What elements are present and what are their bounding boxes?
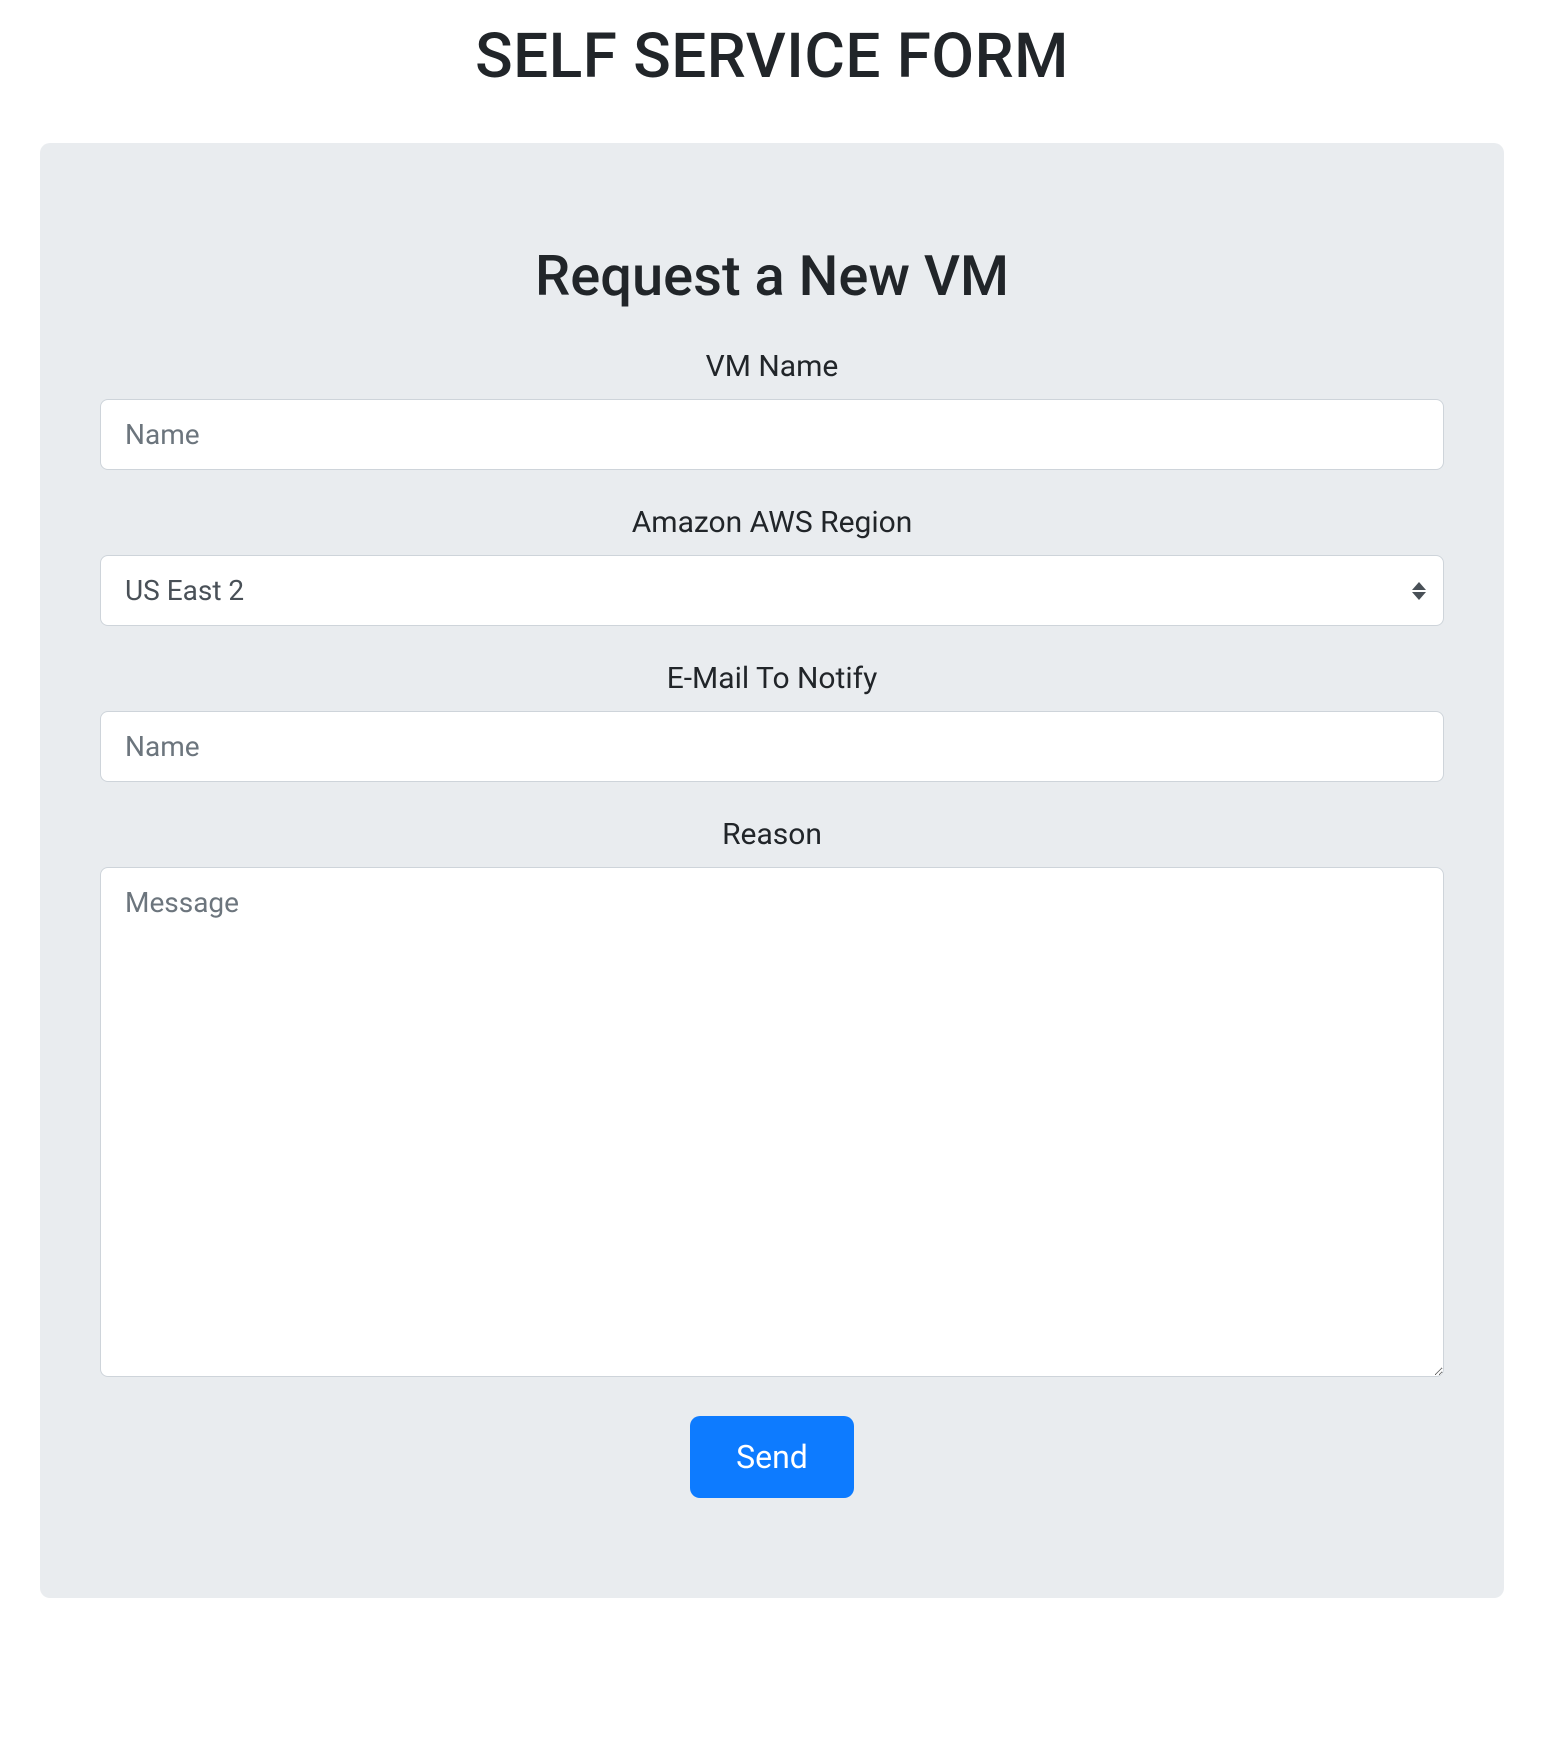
reason-group: Reason [100,817,1444,1381]
vm-name-group: VM Name [100,349,1444,470]
region-select[interactable]: US East 2 [100,555,1444,626]
reason-label: Reason [100,817,1444,852]
email-group: E-Mail To Notify [100,661,1444,782]
reason-textarea[interactable] [100,867,1444,1377]
form-card: Request a New VM VM Name Amazon AWS Regi… [40,143,1504,1598]
email-label: E-Mail To Notify [100,661,1444,696]
button-row: Send [100,1416,1444,1498]
region-label: Amazon AWS Region [100,505,1444,540]
vm-name-label: VM Name [100,349,1444,384]
region-select-wrapper: US East 2 [100,555,1444,626]
form-title: Request a New VM [100,243,1444,309]
vm-name-input[interactable] [100,399,1444,470]
send-button[interactable]: Send [690,1416,854,1498]
email-input[interactable] [100,711,1444,782]
page-title: SELF SERVICE FORM [0,20,1544,93]
region-group: Amazon AWS Region US East 2 [100,505,1444,626]
